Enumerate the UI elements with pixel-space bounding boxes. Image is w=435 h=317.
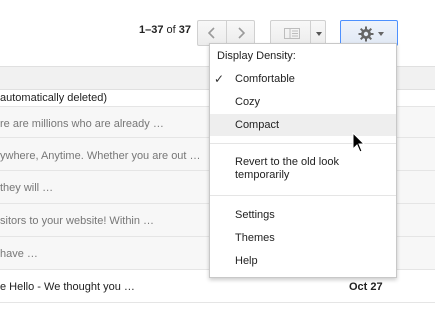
menu-item-label: Help bbox=[235, 255, 258, 267]
menu-divider bbox=[210, 143, 396, 144]
chevron-left-icon bbox=[198, 21, 226, 45]
chevron-right-icon bbox=[227, 21, 254, 45]
reading-pane-icon bbox=[284, 28, 300, 39]
menu-item-label: Cozy bbox=[235, 96, 261, 108]
menu-item-label: Settings bbox=[235, 209, 275, 221]
chevron-down-icon bbox=[378, 32, 384, 36]
pager-of: of bbox=[166, 24, 176, 36]
pager-range: 1–37 bbox=[139, 24, 164, 36]
display-density-heading: Display Density: bbox=[217, 50, 296, 62]
message-snippet: ywhere, Anytime. Whether you are out … bbox=[0, 150, 201, 162]
density-cozy[interactable]: Cozy bbox=[210, 91, 396, 113]
mouse-pointer-icon bbox=[352, 132, 366, 153]
revert-old-look[interactable]: Revert to the old look temporarily bbox=[235, 156, 375, 182]
menu-item-label: Compact bbox=[235, 119, 280, 131]
menu-item-themes[interactable]: Themes bbox=[210, 227, 396, 249]
chevron-down-icon bbox=[316, 32, 322, 36]
menu-item-label: Themes bbox=[235, 232, 275, 244]
message-snippet: they will … bbox=[0, 182, 54, 194]
menu-divider bbox=[210, 195, 396, 196]
list-header bbox=[0, 66, 210, 90]
pager-count: 1–37 of 37 bbox=[139, 24, 191, 36]
message-snippet: re are millions who are already … bbox=[0, 118, 164, 130]
message-date: Oct 27 bbox=[349, 281, 383, 293]
message-snippet: e Hello - We thought you … bbox=[0, 281, 135, 293]
check-icon: ✓ bbox=[214, 72, 225, 86]
menu-item-label: Comfortable bbox=[235, 73, 295, 85]
message-snippet: automatically deleted) bbox=[0, 92, 108, 104]
menu-item-settings[interactable]: Settings bbox=[210, 204, 396, 226]
density-compact[interactable]: Compact bbox=[210, 114, 396, 136]
menu-item-help[interactable]: Help bbox=[210, 250, 396, 272]
density-comfortable[interactable]: ✓ Comfortable bbox=[210, 68, 396, 90]
settings-menu: Display Density: ✓ Comfortable Cozy Comp… bbox=[209, 43, 397, 278]
gear-icon bbox=[358, 26, 374, 42]
list-header-right bbox=[396, 66, 435, 90]
pager-total: 37 bbox=[178, 24, 192, 36]
message-snippet: sitors to your website! Within … bbox=[0, 215, 155, 227]
message-snippet: have … bbox=[0, 248, 38, 260]
